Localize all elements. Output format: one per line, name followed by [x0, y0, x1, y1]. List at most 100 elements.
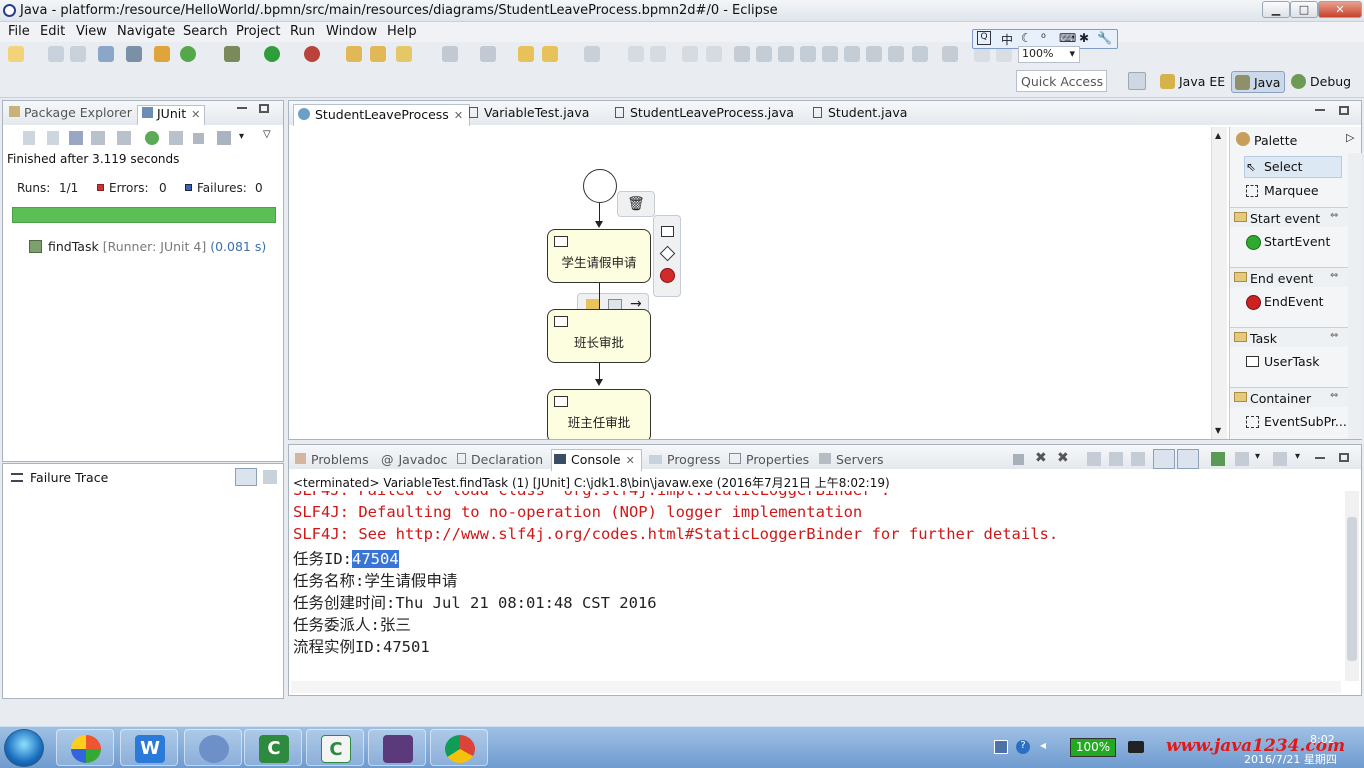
- taskbar-app[interactable]: [56, 729, 114, 766]
- zoom-combo[interactable]: 100% ▾: [1018, 46, 1080, 63]
- scroll-up-icon[interactable]: ▲: [1215, 131, 1221, 140]
- show-stderr-icon[interactable]: [1177, 449, 1199, 469]
- ime-settings-icon[interactable]: 🔧: [1097, 31, 1112, 45]
- menu-help[interactable]: Help: [387, 24, 417, 39]
- start-event[interactable]: [583, 169, 617, 203]
- save-icon[interactable]: [48, 46, 64, 62]
- sequence-flow-2[interactable]: [599, 283, 600, 309]
- ime-skin-icon[interactable]: ✱: [1079, 31, 1089, 45]
- tab-properties[interactable]: Properties: [729, 452, 809, 467]
- pin-icon[interactable]: ⇔: [1330, 390, 1338, 401]
- rerun-failed-icon[interactable]: [169, 131, 183, 145]
- sequence-flow-1[interactable]: [599, 203, 600, 223]
- undo-icon[interactable]: [628, 46, 644, 62]
- palette-group-start-event[interactable]: Start event ⇔: [1230, 207, 1348, 227]
- match-height-icon[interactable]: [888, 46, 904, 62]
- menu-window[interactable]: Window: [326, 24, 377, 39]
- save-all-icon[interactable]: [70, 46, 86, 62]
- tab-junit[interactable]: JUnit ✕: [137, 105, 206, 125]
- palette-group-task[interactable]: Task ⇔: [1230, 327, 1348, 347]
- tab-console[interactable]: Console ✕: [551, 449, 642, 471]
- last-edit-icon[interactable]: [518, 46, 534, 62]
- redo-icon[interactable]: [650, 46, 666, 62]
- append-task-icon[interactable]: [661, 226, 674, 237]
- scroll-thumb[interactable]: [1347, 517, 1357, 661]
- scroll-lock-icon[interactable]: [1109, 452, 1123, 466]
- pin-icon[interactable]: ⇔: [1330, 210, 1338, 221]
- console-vertical-scrollbar[interactable]: [1345, 491, 1359, 681]
- paste-icon[interactable]: [706, 46, 722, 62]
- remove-launch-icon[interactable]: ✖: [1035, 450, 1047, 466]
- close-button[interactable]: ✕: [1318, 1, 1362, 18]
- tab-student-leave-process-diagram[interactable]: StudentLeaveProcess ✕: [293, 104, 471, 126]
- external-tools-icon[interactable]: [304, 46, 320, 62]
- menu-navigate[interactable]: Navigate: [117, 24, 175, 39]
- palette-group-end-event[interactable]: End event ⇔: [1230, 267, 1348, 287]
- user-task-node[interactable]: 班长审批: [547, 309, 651, 363]
- palette-item-end-event[interactable]: EndEvent: [1244, 294, 1324, 310]
- tab-javadoc[interactable]: @ Javadoc: [381, 452, 447, 467]
- test-tree-item[interactable]: findTask [Runner: JUnit 4] (0.081 s): [29, 239, 266, 254]
- pin-console-icon[interactable]: [1153, 449, 1175, 469]
- palette-item-start-event[interactable]: StartEvent: [1244, 234, 1330, 250]
- diagram-canvas[interactable]: 学生请假申请 🗑 → 班长审批 班主任审批: [291, 127, 1211, 439]
- next-annotation-icon[interactable]: [480, 46, 496, 62]
- ime-moon-icon[interactable]: ☾: [1021, 31, 1032, 45]
- ime-keyboard-icon[interactable]: ⌨: [1059, 31, 1076, 45]
- print-icon[interactable]: [98, 46, 114, 62]
- minimize-view-icon[interactable]: [1315, 457, 1325, 459]
- vertical-scrollbar[interactable]: ▲ ▼: [1211, 127, 1227, 439]
- user-task-node[interactable]: 班主任审批: [547, 389, 651, 439]
- tab-servers[interactable]: Servers: [819, 452, 884, 467]
- ime-punct-icon[interactable]: ⁰: [1041, 31, 1046, 45]
- run-icon[interactable]: [264, 46, 280, 62]
- chevron-down-icon[interactable]: ▾: [1295, 451, 1300, 462]
- append-gateway-icon[interactable]: [659, 245, 676, 262]
- ime-mode-icon[interactable]: Q: [977, 31, 991, 45]
- terminate-icon[interactable]: [1013, 454, 1024, 465]
- annotation-icon[interactable]: [442, 46, 458, 62]
- tab-problems[interactable]: Problems: [295, 452, 369, 467]
- align-right-icon[interactable]: [778, 46, 794, 62]
- align-bottom-icon[interactable]: [844, 46, 860, 62]
- chevron-down-icon[interactable]: ▾: [1255, 451, 1260, 462]
- tray-ime-icon[interactable]: [994, 740, 1008, 754]
- taskbar-app[interactable]: C: [306, 729, 364, 766]
- open-perspective-icon[interactable]: [1128, 72, 1146, 90]
- word-wrap-icon[interactable]: [1131, 452, 1145, 466]
- taskbar-app[interactable]: [430, 729, 488, 766]
- close-icon[interactable]: ✕: [191, 108, 200, 121]
- tab-student-java[interactable]: Student.java: [813, 105, 907, 120]
- next-failure-icon[interactable]: [23, 131, 35, 145]
- palette-scrollbar[interactable]: [1348, 153, 1362, 439]
- filter-stack-icon[interactable]: [235, 468, 257, 486]
- menu-run[interactable]: Run: [290, 24, 315, 39]
- align-center-icon[interactable]: [756, 46, 772, 62]
- console-output[interactable]: SLF4J: Failed to load class "org.slf4j.i…: [293, 491, 1343, 681]
- view-menu-icon[interactable]: ▽: [263, 129, 271, 140]
- show-failures-only-icon[interactable]: [69, 131, 83, 145]
- battery-indicator[interactable]: 100%: [1070, 738, 1116, 757]
- tab-declaration[interactable]: Declaration: [457, 452, 543, 467]
- tool-select[interactable]: ⇖ Select: [1244, 159, 1303, 174]
- append-end-event-icon[interactable]: [660, 268, 675, 283]
- taskbar-app[interactable]: W: [120, 729, 178, 766]
- taskbar-app[interactable]: C: [244, 729, 302, 766]
- tab-variabletest-java[interactable]: VariableTest.java: [469, 105, 589, 120]
- perspective-java-ee[interactable]: Java EE: [1157, 71, 1229, 93]
- open-type-icon[interactable]: [346, 46, 362, 62]
- scroll-lock-icon[interactable]: [91, 131, 105, 145]
- search-icon[interactable]: [396, 46, 412, 62]
- open-console-icon[interactable]: [1211, 452, 1225, 466]
- console-horizontal-scrollbar[interactable]: [291, 681, 1341, 693]
- chevron-down-icon[interactable]: ▾: [239, 131, 244, 142]
- tab-progress[interactable]: Progress: [649, 452, 720, 467]
- forward-icon[interactable]: [584, 46, 600, 62]
- palette-item-event-subprocess[interactable]: EventSubPr...: [1244, 414, 1347, 429]
- clear-console-icon[interactable]: [1087, 452, 1101, 466]
- taskbar-app[interactable]: [368, 729, 426, 766]
- pin-icon[interactable]: ⇔: [1330, 330, 1338, 341]
- start-orb[interactable]: [4, 729, 44, 767]
- debug-icon[interactable]: [224, 46, 240, 62]
- align-left-icon[interactable]: [734, 46, 750, 62]
